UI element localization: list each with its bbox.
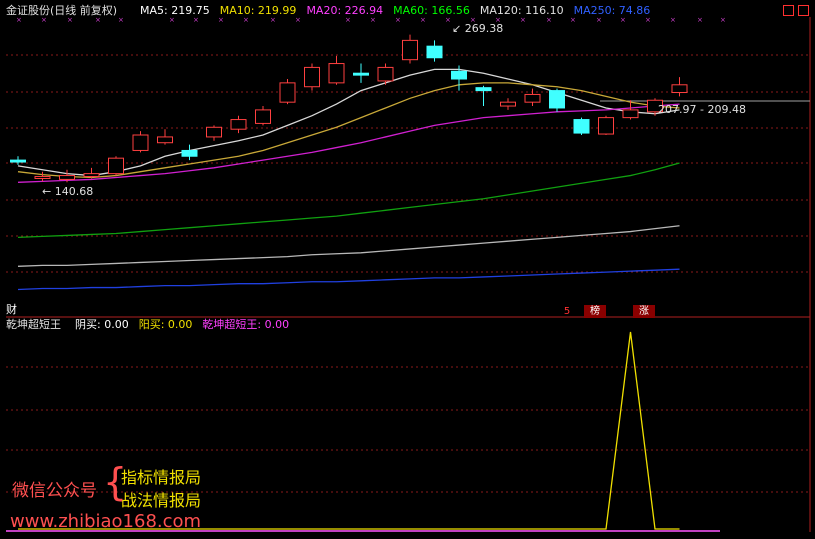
ma-line-ma120 — [17, 225, 680, 267]
candle-body — [206, 126, 222, 138]
candle-body — [304, 66, 320, 88]
candle-body — [279, 82, 296, 103]
top-marker-9: × — [270, 16, 276, 24]
top-marker-1: × — [41, 16, 47, 24]
ma-legend-item-2: MA20: 226.94 — [306, 4, 384, 17]
ma-legend-item-4: MA120: 116.10 — [479, 4, 564, 17]
kline-chart-canvas[interactable]: × × × × × × × × × × × × × × × × × × × × × × × × × × × — [0, 0, 815, 539]
candle-body — [573, 119, 590, 134]
top-marker-7: × — [218, 16, 224, 24]
top-marker-21: × — [596, 16, 602, 24]
top-marker-10: × — [295, 16, 301, 24]
candle-body — [671, 84, 688, 94]
candle-body — [377, 66, 394, 82]
candle-body — [59, 175, 75, 180]
price-high-label: ↙ 269.38 — [452, 22, 504, 35]
top-marker-20: × — [570, 16, 576, 24]
top-marker-6: × — [193, 16, 199, 24]
candle-body — [524, 93, 541, 103]
candle-body — [328, 63, 345, 84]
watermark-wechat-label: 微信公众号 — [12, 481, 97, 501]
candle-body — [34, 175, 51, 179]
top-marker-26: × — [720, 16, 726, 24]
top-marker-18: × — [520, 16, 526, 24]
candle-body — [402, 39, 418, 61]
window-restore-button[interactable] — [783, 5, 794, 16]
event-marker-zhang[interactable]: 涨 — [633, 305, 655, 318]
candle-body — [622, 109, 639, 119]
top-marker-12: × — [370, 16, 376, 24]
top-marker-22: × — [620, 16, 626, 24]
candle-body — [108, 157, 124, 175]
ma-legend-item-1: MA10: 219.99 — [219, 4, 297, 17]
candle-body — [157, 136, 173, 144]
top-marker-3: × — [95, 16, 101, 24]
event-marker-bang[interactable]: 榜 — [584, 305, 606, 318]
candle-body — [181, 149, 198, 157]
stock-title: 金证股份(日线 前复权) — [6, 4, 118, 17]
ma-legend-item-3: MA60: 166.56 — [393, 4, 470, 17]
ma-legend-item-5: MA250: 74.86 — [573, 4, 651, 17]
event-marker-5[interactable]: 5 — [556, 305, 578, 318]
candle-body — [549, 90, 565, 109]
ma-legend-item-0: MA5: 219.75 — [140, 4, 210, 17]
top-marker-14: × — [420, 16, 426, 24]
indicator-legend-item-0: 阴买: 0.00 — [75, 318, 129, 331]
indicator-legend: 阴买: 0.00 阳买: 0.00 乾坤超短王: 0.00 — [75, 318, 289, 331]
candle-body — [10, 159, 26, 163]
top-marker-0: × — [16, 16, 22, 24]
indicator-legend-item-1: 阳买: 0.00 — [138, 318, 193, 331]
price-low-label: ← 140.68 — [42, 185, 94, 198]
top-marker-11: × — [345, 16, 351, 24]
candle-body — [132, 134, 149, 151]
range-label: 207.97 - 209.48 — [658, 103, 746, 116]
top-marker-4: × — [118, 16, 124, 24]
indicator-title: 乾坤超短王 — [6, 318, 61, 331]
top-marker-8: × — [243, 16, 249, 24]
top-marker-15: × — [445, 16, 451, 24]
candle-body — [83, 173, 100, 178]
chart-frame — [6, 17, 811, 532]
candle-body — [426, 45, 443, 59]
indicator-legend-item-2: 乾坤超短王: 0.00 — [202, 318, 290, 331]
watermark-url[interactable]: www.zhibiao168.com — [10, 511, 201, 532]
watermark-line-1: 指标情报局 — [121, 468, 202, 487]
finance-marker[interactable]: 财 — [6, 303, 17, 316]
ma-legend: MA5: 219.75 MA10: 219.99 MA20: 226.94 MA60:… — [140, 4, 650, 17]
candle-body — [598, 117, 614, 135]
top-marker-19: × — [546, 16, 552, 24]
moving-average-lines — [17, 68, 680, 291]
candle-body — [255, 109, 271, 124]
window-max-button[interactable] — [798, 5, 809, 16]
watermark-line-2: 战法情报局 — [121, 491, 202, 510]
candle-body — [353, 72, 369, 76]
top-marker-23: × — [645, 16, 651, 24]
top-marker-5: × — [169, 16, 175, 24]
top-marker-25: × — [697, 16, 703, 24]
top-marker-13: × — [395, 16, 401, 24]
candle-body — [451, 70, 467, 80]
candle-body — [500, 101, 516, 107]
top-marker-24: × — [670, 16, 676, 24]
candle-body — [475, 87, 492, 92]
candle-body — [230, 119, 247, 130]
chart-grid — [6, 54, 810, 493]
top-marker-2: × — [67, 16, 73, 24]
